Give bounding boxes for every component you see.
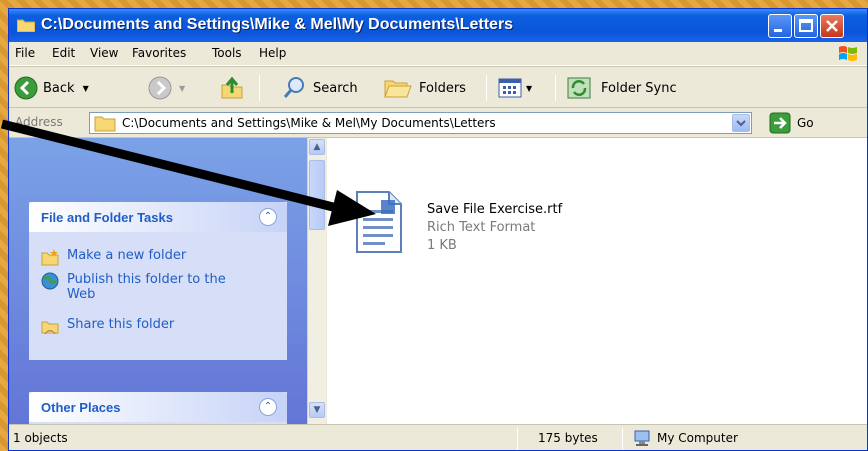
menu-favorites[interactable]: Favorites <box>132 46 186 60</box>
file-name: Save File Exercise.rtf <box>427 202 563 217</box>
rtf-document-icon <box>356 191 402 253</box>
minimize-icon <box>774 29 782 32</box>
views-button[interactable]: ▼ <box>497 75 532 101</box>
address-dropdown-button[interactable] <box>732 114 750 132</box>
status-location: My Computer <box>657 431 738 445</box>
task-publish-folder-web[interactable]: Publish this folder to the Web <box>41 272 241 302</box>
go-label: Go <box>797 116 814 130</box>
folder-sync-icon <box>567 77 591 99</box>
toolbar-separator <box>259 75 260 101</box>
back-label: Back <box>43 80 75 96</box>
task-label: Make a new folder <box>67 248 187 263</box>
folders-button[interactable]: Folders <box>383 75 466 101</box>
menu-view[interactable]: View <box>90 46 118 60</box>
search-icon <box>283 77 304 98</box>
file-item[interactable]: Save File Exercise.rtf Rich Text Format … <box>353 190 713 260</box>
toolbar-separator <box>555 75 556 101</box>
scroll-thumb[interactable] <box>309 160 325 230</box>
other-places-panel: Other Places ⌃ <box>29 392 287 424</box>
folder-sync-label: Folder Sync <box>601 80 677 96</box>
forward-button[interactable]: ▼ <box>147 75 185 101</box>
explorer-window: C:\Documents and Settings\Mike & Mel\My … <box>8 8 868 451</box>
task-pane: File and Folder Tasks ⌃ Make a new folde… <box>9 138 307 424</box>
maximize-icon <box>799 19 813 32</box>
window-title: C:\Documents and Settings\Mike & Mel\My … <box>41 16 514 33</box>
menu-edit[interactable]: Edit <box>52 46 75 60</box>
new-folder-icon <box>41 249 59 266</box>
views-icon <box>498 78 522 98</box>
chevron-down-icon <box>736 120 746 127</box>
task-pane-scrollbar[interactable]: ▲ ▼ <box>307 138 326 424</box>
address-value: C:\Documents and Settings\Mike & Mel\My … <box>122 116 496 130</box>
menu-tools[interactable]: Tools <box>212 46 242 60</box>
scroll-down-icon[interactable]: ▼ <box>309 402 325 418</box>
places-panel-header[interactable]: Other Places ⌃ <box>29 392 287 422</box>
folders-icon <box>384 80 412 98</box>
up-folder-icon <box>221 76 243 99</box>
collapse-chevron-icon[interactable]: ⌃ <box>259 398 277 416</box>
go-button[interactable]: Go <box>769 112 814 134</box>
status-divider <box>622 428 623 450</box>
address-bar: Address C:\Documents and Settings\Mike &… <box>9 108 867 138</box>
task-make-new-folder[interactable]: Make a new folder <box>41 248 186 266</box>
share-folder-icon <box>41 321 59 335</box>
menu-file[interactable]: File <box>15 46 35 60</box>
folder-icon <box>94 116 116 132</box>
forward-arrow-icon <box>148 76 172 100</box>
file-type: Rich Text Format <box>427 220 536 235</box>
back-dropdown-icon[interactable]: ▼ <box>83 84 89 93</box>
status-object-count: 1 objects <box>13 431 68 445</box>
up-folder-button[interactable] <box>219 75 245 101</box>
publish-web-icon <box>41 272 59 290</box>
maximize-button[interactable] <box>794 14 818 38</box>
my-computer-icon <box>634 430 650 446</box>
file-folder-tasks-panel: File and Folder Tasks ⌃ Make a new folde… <box>29 202 287 360</box>
status-divider <box>517 428 518 450</box>
file-size: 1 KB <box>427 238 457 253</box>
back-arrow-icon <box>14 76 38 100</box>
status-bytes: 175 bytes <box>538 431 598 445</box>
title-bar[interactable]: C:\Documents and Settings\Mike & Mel\My … <box>9 9 867 42</box>
toolbar-separator <box>486 75 487 101</box>
task-share-folder[interactable]: Share this folder <box>41 317 174 335</box>
file-list-view: Save File Exercise.rtf Rich Text Format … <box>327 138 867 424</box>
views-dropdown-icon[interactable]: ▼ <box>526 84 532 93</box>
scroll-up-icon[interactable]: ▲ <box>309 139 325 155</box>
search-label: Search <box>313 80 358 96</box>
address-input[interactable]: C:\Documents and Settings\Mike & Mel\My … <box>89 112 752 134</box>
task-label: Share this folder <box>67 317 175 332</box>
forward-dropdown-icon[interactable]: ▼ <box>179 84 185 93</box>
status-bar: 1 objects 175 bytes My Computer <box>9 424 867 450</box>
tasks-panel-header[interactable]: File and Folder Tasks ⌃ <box>29 202 287 232</box>
minimize-button[interactable] <box>768 14 792 38</box>
close-icon <box>826 20 838 32</box>
tasks-panel-title: File and Folder Tasks <box>41 210 173 225</box>
places-panel-title: Other Places <box>41 400 121 415</box>
back-button[interactable]: Back ▼ <box>13 75 89 101</box>
address-label: Address <box>15 115 63 129</box>
task-label: Publish this folder to the Web <box>67 272 226 302</box>
folder-sync-button[interactable]: Folder Sync <box>565 75 677 101</box>
go-arrow-icon <box>769 112 791 134</box>
search-button[interactable]: Search <box>281 75 358 101</box>
menu-help[interactable]: Help <box>259 46 286 60</box>
collapse-chevron-icon[interactable]: ⌃ <box>259 208 277 226</box>
menu-bar: File Edit View Favorites Tools Help <box>9 42 867 66</box>
folder-icon <box>17 19 35 32</box>
standard-toolbar: Back ▼ ▼ Search Folders ▼ Folder Sync <box>9 66 867 108</box>
folders-label: Folders <box>419 80 466 96</box>
windows-logo-icon <box>839 46 857 61</box>
close-button[interactable] <box>820 14 844 38</box>
